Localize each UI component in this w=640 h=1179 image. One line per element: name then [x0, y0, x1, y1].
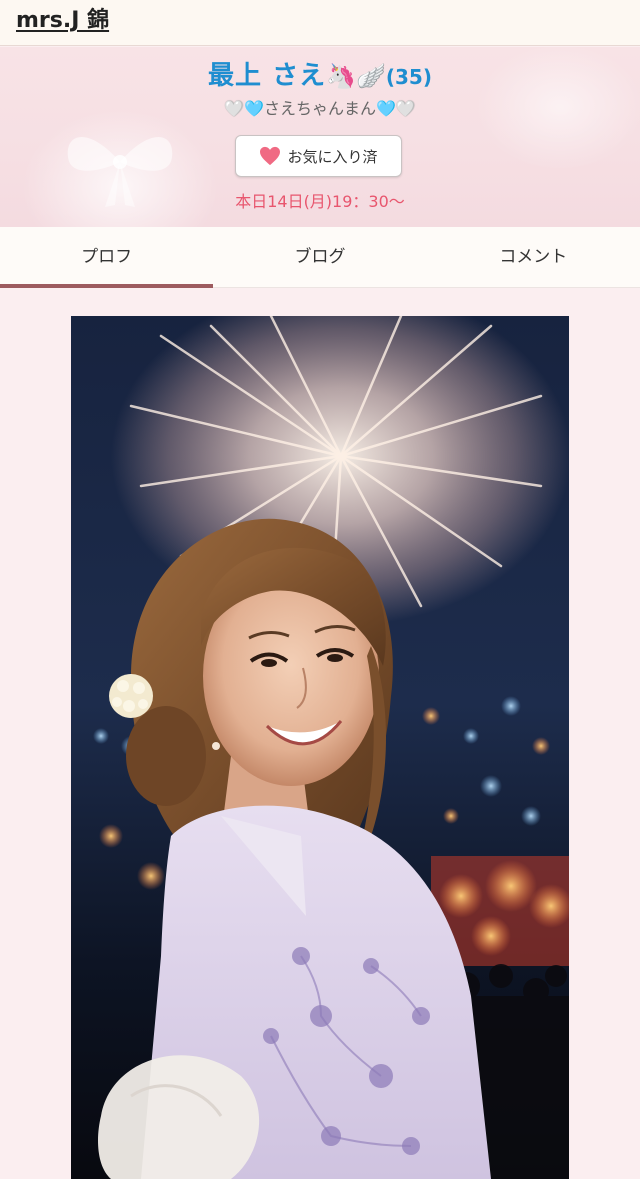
white-heart-icon: 🤍 — [224, 99, 245, 118]
tab-blog[interactable]: ブログ — [213, 227, 426, 287]
tab-label: ブログ — [294, 246, 346, 267]
profile-photo-image — [71, 316, 569, 1179]
tab-label: プロフ — [81, 246, 133, 267]
work-schedule: 本日14日(月)19：30〜 — [235, 192, 405, 211]
site-header: mrs.J 錦 — [0, 0, 640, 46]
tab-comment[interactable]: コメント — [427, 227, 640, 287]
light-blue-heart-icon: 🩵 — [244, 99, 264, 118]
profile-photo[interactable] — [71, 316, 569, 1179]
profile-name: 最上 さえ — [208, 61, 327, 91]
profile-tabs: プロフ ブログ コメント — [0, 227, 640, 288]
site-title-link[interactable]: mrs.J 錦 — [16, 6, 109, 36]
tab-profile[interactable]: プロフ — [0, 227, 214, 288]
unicorn-wing-emoji: 🦄🪽 — [326, 62, 386, 90]
heart-icon — [260, 146, 281, 166]
favorite-button[interactable]: お気に入り済 — [235, 135, 402, 177]
light-blue-heart-icon: 🩵 — [376, 99, 396, 118]
profile-header: 最上 さえ🦄🪽(35) 🤍🩵さえちゃんまん🩵🤍 お気に入り済 本日14日(月)1… — [0, 47, 640, 227]
profile-age: (35) — [385, 65, 432, 89]
profile-name-row: 最上 さえ🦄🪽(35) — [0, 59, 640, 96]
favorite-button-label: お気に入り済 — [287, 147, 378, 166]
catchphrase-text: さえちゃんまん — [263, 99, 376, 118]
tab-label: コメント — [499, 246, 568, 267]
white-heart-icon: 🤍 — [395, 99, 416, 118]
profile-catchphrase: 🤍🩵さえちゃんまん🩵🤍 — [0, 97, 640, 121]
profile-content — [0, 289, 640, 1179]
